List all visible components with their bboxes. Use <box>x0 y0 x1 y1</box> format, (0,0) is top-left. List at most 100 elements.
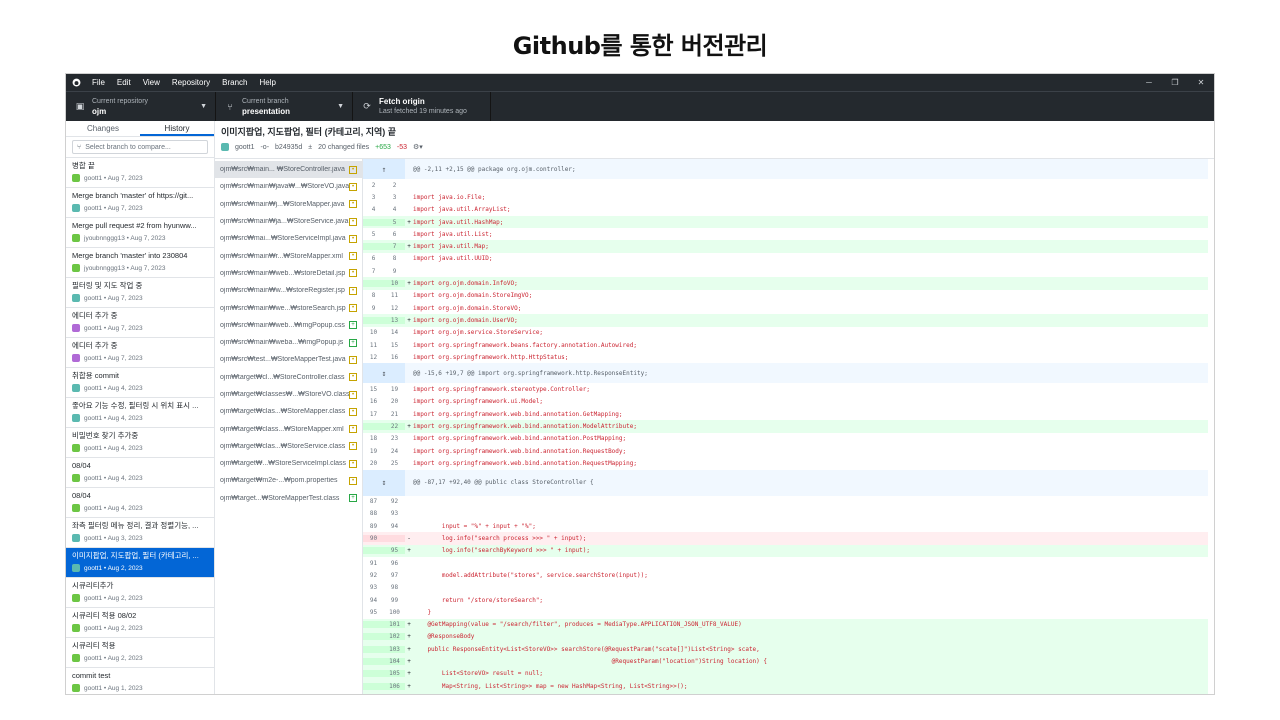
list-item[interactable]: Merge branch 'master' into 230804 jyoubnn… <box>66 248 214 278</box>
commit-meta: goott1 • Aug 7, 2023 <box>84 294 143 302</box>
list-item[interactable]: 취합용 commit goott1 • Aug 4, 2023 <box>66 368 214 398</box>
diff-line: 22 + import org.springframework.web.bind.a… <box>363 420 1208 433</box>
old-line-number <box>363 219 384 226</box>
file-item[interactable]: ojm₩src₩main₩web...₩imgPopup.css + <box>215 317 362 334</box>
avatar <box>72 534 80 542</box>
file-item[interactable]: ojm₩target₩...₩StoreServiceImpl.class • <box>215 455 362 472</box>
diff-hunk-header[interactable]: ↑ @@ -2,11 +2,15 @@ package org.ojm.contr… <box>363 159 1208 179</box>
current-branch-button[interactable]: ⑂ Current branch presentation ▼ <box>216 92 353 121</box>
file-item[interactable]: ojm₩target₩classes₩...₩StoreVO.class • <box>215 386 362 403</box>
gear-icon[interactable]: ⚙▾ <box>413 143 423 151</box>
new-line-number: 95 <box>390 547 399 555</box>
new-line-number: 9 <box>392 267 397 275</box>
file-added-icon: + <box>349 321 357 330</box>
list-item[interactable]: 08/04 goott1 • Aug 4, 2023 <box>66 458 214 488</box>
fetch-origin-button[interactable]: ⟳ Fetch origin Last fetched 19 minutes a… <box>353 92 491 121</box>
file-item[interactable]: ojm₩target₩clas...₩StoreService.class • <box>215 438 362 455</box>
code-text: import java.util.ArrayList; <box>413 206 511 214</box>
code-text: import org.springframework.http.HttpStat… <box>413 353 569 361</box>
diff-line: 17 21 import org.springframework.web.bind.… <box>363 408 1208 420</box>
diff-sign: + <box>407 243 411 251</box>
new-line-number: 3 <box>392 193 397 201</box>
list-item[interactable]: 시큐리티 적용 08/02 goott1 • Aug 2, 2023 <box>66 608 214 638</box>
diff-sign: + <box>407 682 411 690</box>
tab-history[interactable]: History <box>140 121 214 136</box>
diff-hunk-header[interactable]: ↕ @@ -15,6 +19,7 @@ import org.springfram… <box>363 363 1208 384</box>
file-item[interactable]: ojm₩src₩main₩ja...₩StoreService.java • <box>215 213 362 230</box>
file-path: ojm₩target...₩StoreMapperTest.class <box>220 494 340 502</box>
list-item[interactable]: 08/04 goott1 • Aug 4, 2023 <box>66 488 214 518</box>
menu-item-view[interactable]: View <box>137 78 166 87</box>
commit-message: 08/04 <box>72 461 91 470</box>
menu-item-branch[interactable]: Branch <box>216 78 253 87</box>
diff-line: 88 93 <box>363 508 1208 520</box>
file-item[interactable]: ojm₩src₩main₩java₩...₩StoreVO.java • <box>215 178 362 195</box>
list-item[interactable]: 비밀번호 찾기 추가중 goott1 • Aug 4, 2023 <box>66 428 214 458</box>
file-item[interactable]: ojm₩src₩main₩j...₩StoreMapper.java • <box>215 196 362 213</box>
file-path: ojm₩src₩main₩w...₩storeRegister.jsp <box>220 287 345 295</box>
diff-sign: + <box>407 422 411 430</box>
avatar <box>72 234 80 242</box>
file-item[interactable]: ojm₩src₩main₩w...₩storeRegister.jsp • <box>215 282 362 299</box>
diff-sign: + <box>407 316 411 324</box>
minimize-icon[interactable]: ─ <box>1136 78 1162 87</box>
diff-hunk-header[interactable]: ↕ @@ -87,17 +92,40 @@ public class StoreC… <box>363 469 1208 496</box>
expand-icon[interactable]: ↑ <box>363 159 405 179</box>
list-item[interactable]: commit test goott1 • Aug 1, 2023 <box>66 668 214 694</box>
file-path: ojm₩src₩main₩weba...₩imgPopup.js <box>220 339 344 347</box>
list-item[interactable]: 좋아요 기능 수정, 필터링 시 위치 표시 ... goott1 • Aug 4… <box>66 398 214 428</box>
list-item[interactable]: Merge branch 'master' of https://git... g… <box>66 188 214 218</box>
file-item[interactable]: ojm₩target₩m2e-...₩pom.properties • <box>215 472 362 489</box>
list-item[interactable]: 좌측 필터링 메뉴 정리, 결과 정렬기능, ... goott1 • Aug 3… <box>66 518 214 548</box>
menu-item-file[interactable]: File <box>86 78 111 87</box>
diff-line: 102 + @ResponseBody <box>363 630 1208 644</box>
list-item[interactable]: 시큐리티 적용 goott1 • Aug 2, 2023 <box>66 638 214 668</box>
old-line-number <box>363 683 384 690</box>
old-line-number: 93 <box>369 584 378 592</box>
file-modified-icon: • <box>349 373 357 382</box>
code-text: import org.ojm.domain.UserVO; <box>413 316 518 324</box>
file-item[interactable]: ojm₩src₩mai...₩StoreServiceImpl.java • <box>215 230 362 247</box>
file-item[interactable]: ojm₩src₩main₩r...₩StoreMapper.xml • <box>215 247 362 264</box>
code-text: import org.ojm.service.StoreService; <box>413 329 544 337</box>
new-line-number: 93 <box>390 510 399 518</box>
branch-compare-input[interactable]: ⑂ Select branch to compare... <box>72 140 208 154</box>
menu-item-edit[interactable]: Edit <box>111 78 137 87</box>
branch-icon: ⑂ <box>77 143 82 151</box>
diff-line: 91 96 <box>363 557 1208 569</box>
menu-item-repository[interactable]: Repository <box>166 78 216 87</box>
file-path: ojm₩src₩main₩j...₩StoreMapper.java <box>220 200 345 208</box>
file-item[interactable]: ojm₩target₩clas...₩StoreMapper.class • <box>215 403 362 420</box>
list-item[interactable]: 필터링 및 지도 작업 중 goott1 • Aug 7, 2023 <box>66 278 214 308</box>
menu-item-help[interactable]: Help <box>254 78 282 87</box>
sync-icon: ⟳ <box>363 101 371 111</box>
file-item[interactable]: ojm₩src₩test...₩StoreMapperTest.java • <box>215 351 362 368</box>
file-item[interactable]: ojm₩target₩class...₩StoreMapper.xml • <box>215 420 362 437</box>
file-path: ojm₩src₩test...₩StoreMapperTest.java <box>220 356 346 364</box>
close-icon[interactable]: ✕ <box>1188 78 1214 87</box>
list-item[interactable]: 병합 끝 goott1 • Aug 7, 2023 <box>66 158 214 188</box>
tab-changes[interactable]: Changes <box>66 121 140 136</box>
file-item[interactable]: ojm₩target...₩StoreMapperTest.class + <box>215 490 362 507</box>
file-path: ojm₩target₩...₩StoreServiceImpl.class <box>220 460 347 468</box>
file-item[interactable]: ojm₩src₩main₩we...₩storeSearch.jsp • <box>215 299 362 316</box>
file-modified-icon: • <box>349 355 357 364</box>
expand-icon[interactable]: ↕ <box>363 363 405 384</box>
file-item[interactable]: ojm₩src₩main... ₩StoreController.java • <box>215 161 362 179</box>
expand-icon[interactable]: ↕ <box>363 469 405 496</box>
list-item[interactable]: 시큐리티추가 goott1 • Aug 2, 2023 <box>66 578 214 608</box>
diff-line: 6 8 import java.util.UUID; <box>363 253 1208 265</box>
maximize-icon[interactable]: ❐ <box>1162 78 1188 87</box>
file-item[interactable]: ojm₩src₩main₩web...₩storeDetail.jsp • <box>215 265 362 282</box>
list-item[interactable]: Merge pull request #2 from hyunww... jyou… <box>66 218 214 248</box>
list-item[interactable]: 에디터 추가 중 goott1 • Aug 7, 2023 <box>66 338 214 368</box>
list-item[interactable]: 이미지팝업, 지도팝업, 필터 (카테고리, ... goott1 • Aug 2… <box>66 548 214 578</box>
code-text: import java.util.UUID; <box>413 255 493 263</box>
file-item[interactable]: ojm₩src₩main₩weba...₩imgPopup.js + <box>215 334 362 351</box>
file-item[interactable]: ojm₩target₩cl...₩StoreController.class • <box>215 369 362 386</box>
old-line-number: 12 <box>369 353 378 361</box>
file-path: ojm₩src₩main₩web...₩storeDetail.jsp <box>220 269 346 277</box>
current-repository-button[interactable]: ▣ Current repository ojm ▼ <box>66 92 216 121</box>
diff-line: 89 94 input = "%" + input + "%"; <box>363 520 1208 532</box>
list-item[interactable]: 에디터 추가 중 goott1 • Aug 7, 2023 <box>66 308 214 338</box>
